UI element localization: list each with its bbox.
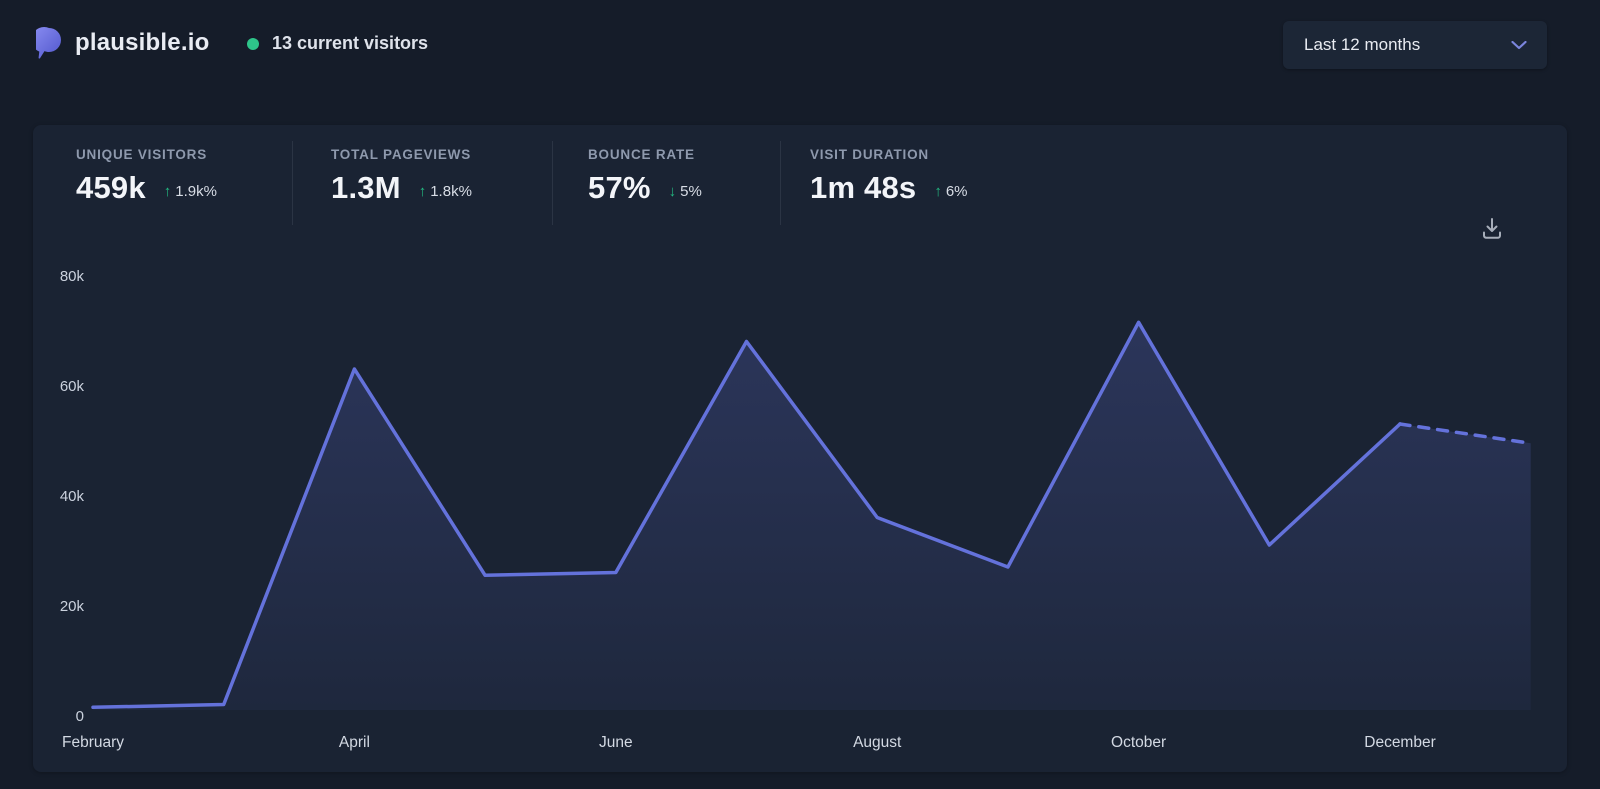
stats-row: UNIQUE VISITORS 459k ↑ 1.9k% TOTAL PAGEVI…	[76, 141, 968, 225]
stat-label: BOUNCE RATE	[588, 147, 695, 162]
stat-bounce-rate[interactable]: BOUNCE RATE 57% ↓ 5%	[552, 141, 780, 225]
chart-line-dashed	[1398, 422, 1533, 446]
x-axis-label: April	[339, 734, 370, 751]
stat-change: ↑ 6%	[934, 182, 968, 200]
live-dot-icon	[247, 37, 259, 50]
x-axis-label: December	[1364, 734, 1436, 751]
stat-change: ↑ 1.8k%	[418, 182, 472, 200]
y-axis-label: 80k	[60, 268, 85, 285]
chart-line	[91, 320, 1402, 710]
stat-visit-duration[interactable]: VISIT DURATION 1m 48s ↑ 6%	[780, 141, 968, 225]
arrow-up-icon: ↑	[418, 182, 427, 200]
x-axis-label: June	[599, 734, 633, 751]
chevron-down-icon	[1511, 40, 1527, 49]
y-axis-label: 40k	[60, 488, 85, 505]
stat-value: 1m 48s	[810, 170, 917, 205]
site-name: plausible.io	[75, 29, 210, 56]
top-nav: plausible.io 13 current visitors Last 12…	[0, 0, 1600, 95]
arrow-down-icon: ↓	[668, 182, 677, 200]
stat-value: 459k	[76, 170, 146, 205]
y-axis-label: 60k	[60, 378, 85, 395]
date-range-selector[interactable]: Last 12 months	[1283, 21, 1547, 69]
x-axis-label: August	[853, 734, 902, 751]
y-axis-label: 0	[76, 708, 84, 725]
stat-total-pageviews[interactable]: TOTAL PAGEVIEWS 1.3M ↑ 1.8k%	[292, 141, 552, 225]
site-header[interactable]: plausible.io	[36, 27, 209, 59]
x-axis-label: February	[62, 734, 124, 751]
dashboard-card: UNIQUE VISITORS 459k ↑ 1.9k% TOTAL PAGEVI…	[33, 125, 1567, 772]
stat-label: UNIQUE VISITORS	[76, 147, 208, 162]
y-axis-label: 20k	[60, 598, 85, 615]
stat-change: ↑ 1.9k%	[163, 182, 217, 200]
stat-value: 57%	[588, 170, 651, 205]
stat-unique-visitors[interactable]: UNIQUE VISITORS 459k ↑ 1.9k%	[76, 141, 292, 225]
export-button[interactable]	[1477, 213, 1507, 243]
date-range-label: Last 12 months	[1304, 35, 1421, 54]
stat-change: ↓ 5%	[668, 182, 702, 200]
plausible-logo-icon	[36, 27, 61, 59]
x-axis-label: October	[1111, 734, 1166, 751]
download-icon	[1483, 218, 1501, 239]
current-visitors-label: 13 current visitors	[272, 33, 429, 53]
stat-label: TOTAL PAGEVIEWS	[331, 147, 472, 162]
current-visitors[interactable]: 13 current visitors	[247, 33, 428, 54]
arrow-up-icon: ↑	[163, 182, 172, 200]
arrow-up-icon: ↑	[934, 182, 942, 200]
stat-label: VISIT DURATION	[810, 147, 929, 162]
chart-fill	[93, 322, 1531, 710]
stat-value: 1.3M	[331, 170, 401, 205]
